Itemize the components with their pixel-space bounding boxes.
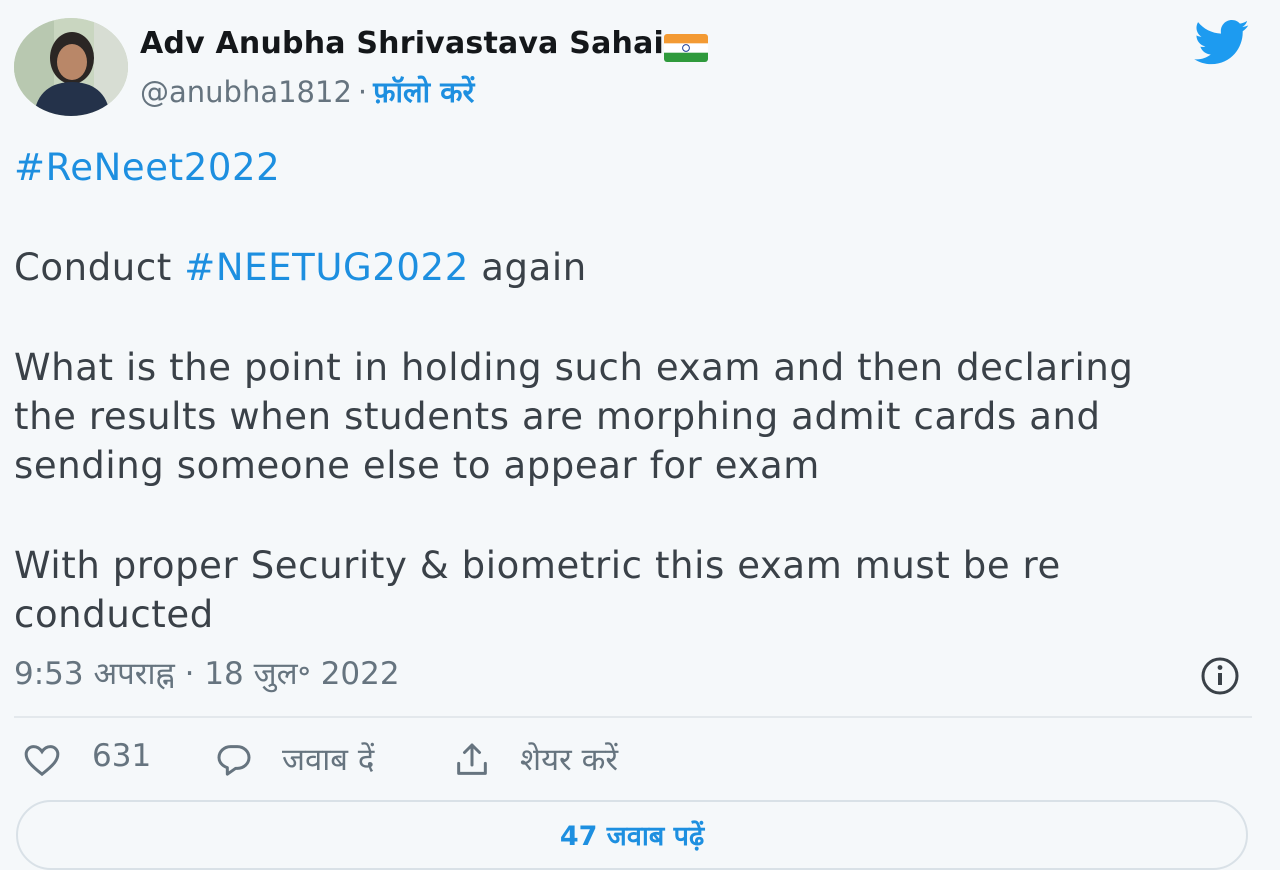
reply-bubble-icon[interactable] [214, 740, 254, 780]
read-replies-label: 47 जवाब पढ़ें [559, 821, 705, 852]
tweet-timestamp[interactable]: 9:53 अपराह्न · 18 जुल॰ 2022 [14, 652, 400, 694]
read-replies-button[interactable]: 47 जवाब पढ़ें [16, 800, 1248, 870]
tweet-card: Adv Anubha Shrivastava Sahai @anubha1812… [0, 0, 1280, 870]
hashtag-reneet2022[interactable]: #ReNeet2022 [14, 143, 280, 193]
reply-button[interactable]: जवाब दें [282, 738, 374, 780]
author-handle-row: @anubha1812 · फ़ॉलो करें [140, 72, 474, 111]
follow-button[interactable]: फ़ॉलो करें [373, 75, 474, 109]
author-name[interactable]: Adv Anubha Shrivastava Sahai [140, 26, 664, 61]
tweet-text-line: conducted [14, 593, 214, 636]
tweet-text-line: What is the point in holding such exam a… [14, 346, 1134, 389]
info-icon[interactable] [1200, 656, 1240, 696]
twitter-bird-icon[interactable] [1194, 20, 1250, 66]
share-button[interactable]: शेयर करें [520, 738, 618, 780]
india-flag-icon [664, 34, 708, 62]
tweet-text-line: With proper Security & biometric this ex… [14, 544, 1061, 587]
tweet-text-segment: again [468, 246, 587, 289]
tweet-text-segment: Conduct [14, 246, 185, 289]
tweet-line-conduct: Conduct #NEETUG2022 again [14, 243, 587, 293]
heart-icon[interactable] [22, 740, 62, 780]
hashtag-neetug2022[interactable]: #NEETUG2022 [184, 246, 469, 289]
like-count[interactable]: 631 [92, 738, 151, 774]
avatar[interactable] [14, 18, 128, 116]
tweet-date: 18 जुल॰ 2022 [204, 656, 400, 692]
handle-separator: · [357, 75, 368, 109]
author-handle[interactable]: @anubha1812 [140, 75, 352, 109]
action-bar: 631 जवाब दें शेयर करें [0, 732, 700, 788]
meta-separator: · [184, 656, 195, 692]
tweet-text-line: the results when students are morphing a… [14, 395, 1101, 438]
divider [14, 716, 1252, 718]
share-icon[interactable] [452, 740, 492, 780]
tweet-time: 9:53 अपराह्न [14, 656, 175, 692]
tweet-text-line: sending someone else to appear for exam [14, 444, 820, 487]
